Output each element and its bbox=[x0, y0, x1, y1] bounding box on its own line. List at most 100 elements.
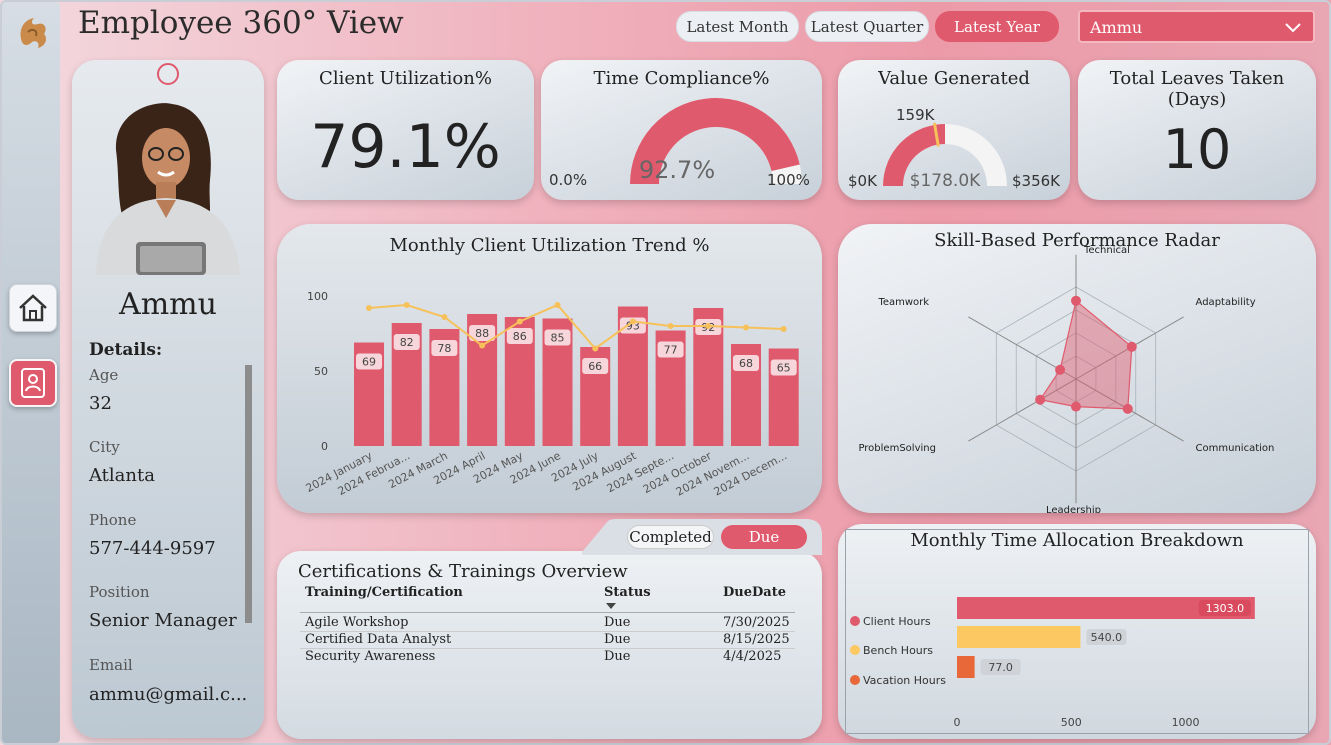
status-ring bbox=[157, 63, 179, 85]
radar-point[interactable] bbox=[1055, 364, 1066, 375]
legend-label: Bench Hours bbox=[863, 644, 933, 657]
column-header-duedate[interactable]: DueDate bbox=[723, 585, 786, 600]
client-utilization-value: 79.1% bbox=[310, 112, 501, 182]
radar-point[interactable] bbox=[1071, 295, 1081, 306]
nav-rail bbox=[2, 2, 60, 743]
chevron-down-icon bbox=[1285, 23, 1301, 33]
trend-point[interactable] bbox=[554, 302, 561, 308]
data-label: 77 bbox=[664, 344, 678, 357]
radar-axis-extension bbox=[968, 316, 997, 334]
due-toggle[interactable]: Due bbox=[721, 525, 807, 549]
trend-point[interactable] bbox=[441, 314, 448, 320]
training-status: Due bbox=[604, 615, 631, 630]
table-row[interactable]: Security Awareness Due 4/4/2025 bbox=[300, 649, 795, 666]
training-due-date: 8/15/2025 bbox=[723, 632, 790, 647]
latest-quarter-button[interactable]: Latest Quarter bbox=[805, 11, 929, 42]
utilization-trend-chart: 050100692024 January822024 Februa...7820… bbox=[304, 290, 799, 499]
phone-label: Phone bbox=[89, 511, 137, 529]
latest-month-button[interactable]: Latest Month bbox=[676, 11, 799, 42]
time-allocation-card: Monthly Time Allocation Breakdown Client… bbox=[838, 524, 1316, 739]
client-utilization-card: Client Utilization% 79.1% bbox=[277, 60, 534, 200]
training-due-date: 4/4/2025 bbox=[723, 649, 782, 664]
data-label: 540.0 bbox=[1091, 631, 1123, 644]
value-generated-value: $178.0K bbox=[910, 171, 981, 191]
radar-axis-label: Teamwork bbox=[877, 297, 929, 308]
radar-point[interactable] bbox=[1071, 401, 1081, 412]
radar-point[interactable] bbox=[1035, 394, 1046, 405]
training-name: Agile Workshop bbox=[305, 615, 409, 630]
data-label: 69 bbox=[362, 356, 376, 369]
gauge-target-label: 159K bbox=[896, 106, 936, 124]
latest-year-button[interactable]: Latest Year bbox=[935, 11, 1059, 42]
trend-point[interactable] bbox=[705, 323, 712, 329]
home-nav-button[interactable] bbox=[9, 284, 57, 332]
y-tick-label: 0 bbox=[321, 440, 328, 453]
position-value: Senior Manager bbox=[89, 610, 237, 631]
table-row[interactable]: Certified Data Analyst Due 8/15/2025 bbox=[300, 632, 795, 649]
griffin-logo-icon bbox=[20, 18, 46, 48]
training-status: Due bbox=[604, 649, 631, 664]
employee-photo bbox=[96, 103, 240, 275]
trend-point[interactable] bbox=[780, 326, 787, 332]
trend-point[interactable] bbox=[667, 323, 674, 329]
data-label: 88 bbox=[475, 327, 489, 340]
data-label: 77.0 bbox=[988, 661, 1013, 674]
training-status: Due bbox=[604, 632, 631, 647]
allocation-bar[interactable] bbox=[957, 626, 1081, 648]
gauge-max-label: $356K bbox=[1012, 172, 1061, 190]
leaves-title: Total Leaves Taken (Days) bbox=[1109, 68, 1285, 110]
profile-nav-button[interactable] bbox=[9, 359, 57, 407]
legend-label: Client Hours bbox=[863, 615, 931, 628]
radar-point[interactable] bbox=[1126, 341, 1137, 352]
profile-card: Ammu Details: Age 32 City Atlanta Phone … bbox=[72, 60, 264, 738]
allocation-bar[interactable] bbox=[957, 656, 975, 678]
trend-point[interactable] bbox=[629, 318, 636, 325]
home-icon bbox=[19, 294, 47, 322]
utilization-trend-card: Monthly Client Utilization Trend % 0 50 10… bbox=[277, 224, 822, 513]
skill-radar-card: Skill-Based Performance Radar Technical A… bbox=[838, 224, 1316, 513]
details-heading: Details: bbox=[89, 340, 163, 360]
email-value: ammu@gmail.c... bbox=[89, 684, 248, 705]
column-header-status[interactable]: Status bbox=[604, 585, 651, 600]
trend-point[interactable] bbox=[743, 324, 749, 331]
employee-dropdown-value: Ammu bbox=[1090, 18, 1143, 37]
city-value: Atlanta bbox=[89, 465, 155, 486]
radar-point[interactable] bbox=[1122, 403, 1133, 414]
legend-marker bbox=[850, 675, 860, 685]
trend-point[interactable] bbox=[516, 318, 523, 325]
x-tick-label: 500 bbox=[1061, 716, 1082, 729]
value-generated-gauge: $178.0K $0K $356K 159K bbox=[848, 106, 1061, 191]
training-due-date: 7/30/2025 bbox=[723, 615, 790, 630]
city-label: City bbox=[89, 438, 120, 456]
trend-point[interactable] bbox=[592, 345, 599, 352]
time-compliance-gauge: 92.7% 0.0% 100% bbox=[549, 98, 810, 189]
employee-dropdown[interactable]: Ammu bbox=[1078, 10, 1315, 43]
page-title: Employee 360° View bbox=[78, 5, 404, 41]
trend-point[interactable] bbox=[403, 302, 410, 308]
certifications-card: Certifications & Trainings Overview Trai… bbox=[277, 551, 822, 739]
phone-value: 577-444-9597 bbox=[89, 538, 216, 559]
data-label: 66 bbox=[588, 360, 602, 373]
time-allocation-chart: Client Hours 1303.0 Bench Hours 540.0 Vacati… bbox=[850, 597, 1255, 729]
training-name: Security Awareness bbox=[305, 649, 436, 664]
completed-toggle[interactable]: Completed bbox=[627, 525, 714, 549]
data-label: 86 bbox=[513, 330, 527, 343]
data-label: 68 bbox=[739, 357, 753, 370]
data-label: 85 bbox=[551, 332, 565, 345]
email-label: Email bbox=[89, 656, 133, 674]
trend-point[interactable] bbox=[479, 342, 486, 349]
column-header-training[interactable]: Training/Certification bbox=[305, 585, 463, 600]
data-label: 1303.0 bbox=[1206, 602, 1245, 615]
trend-point[interactable] bbox=[366, 305, 372, 311]
table-header: Training/Certification Status DueDate bbox=[300, 585, 795, 613]
sort-desc-icon[interactable] bbox=[606, 603, 616, 611]
details-scrollbar[interactable] bbox=[245, 365, 252, 623]
leaves-card: Total Leaves Taken (Days) 10 bbox=[1078, 60, 1316, 200]
data-label: 82 bbox=[400, 336, 414, 349]
radar-axis-extension bbox=[968, 424, 997, 442]
y-tick-label: 100 bbox=[307, 290, 328, 303]
gauge-max-label: 100% bbox=[767, 171, 810, 189]
table-row[interactable]: Agile Workshop Due 7/30/2025 bbox=[300, 615, 795, 632]
certifications-title: Certifications & Trainings Overview bbox=[298, 561, 628, 582]
y-tick-label: 50 bbox=[314, 365, 328, 378]
